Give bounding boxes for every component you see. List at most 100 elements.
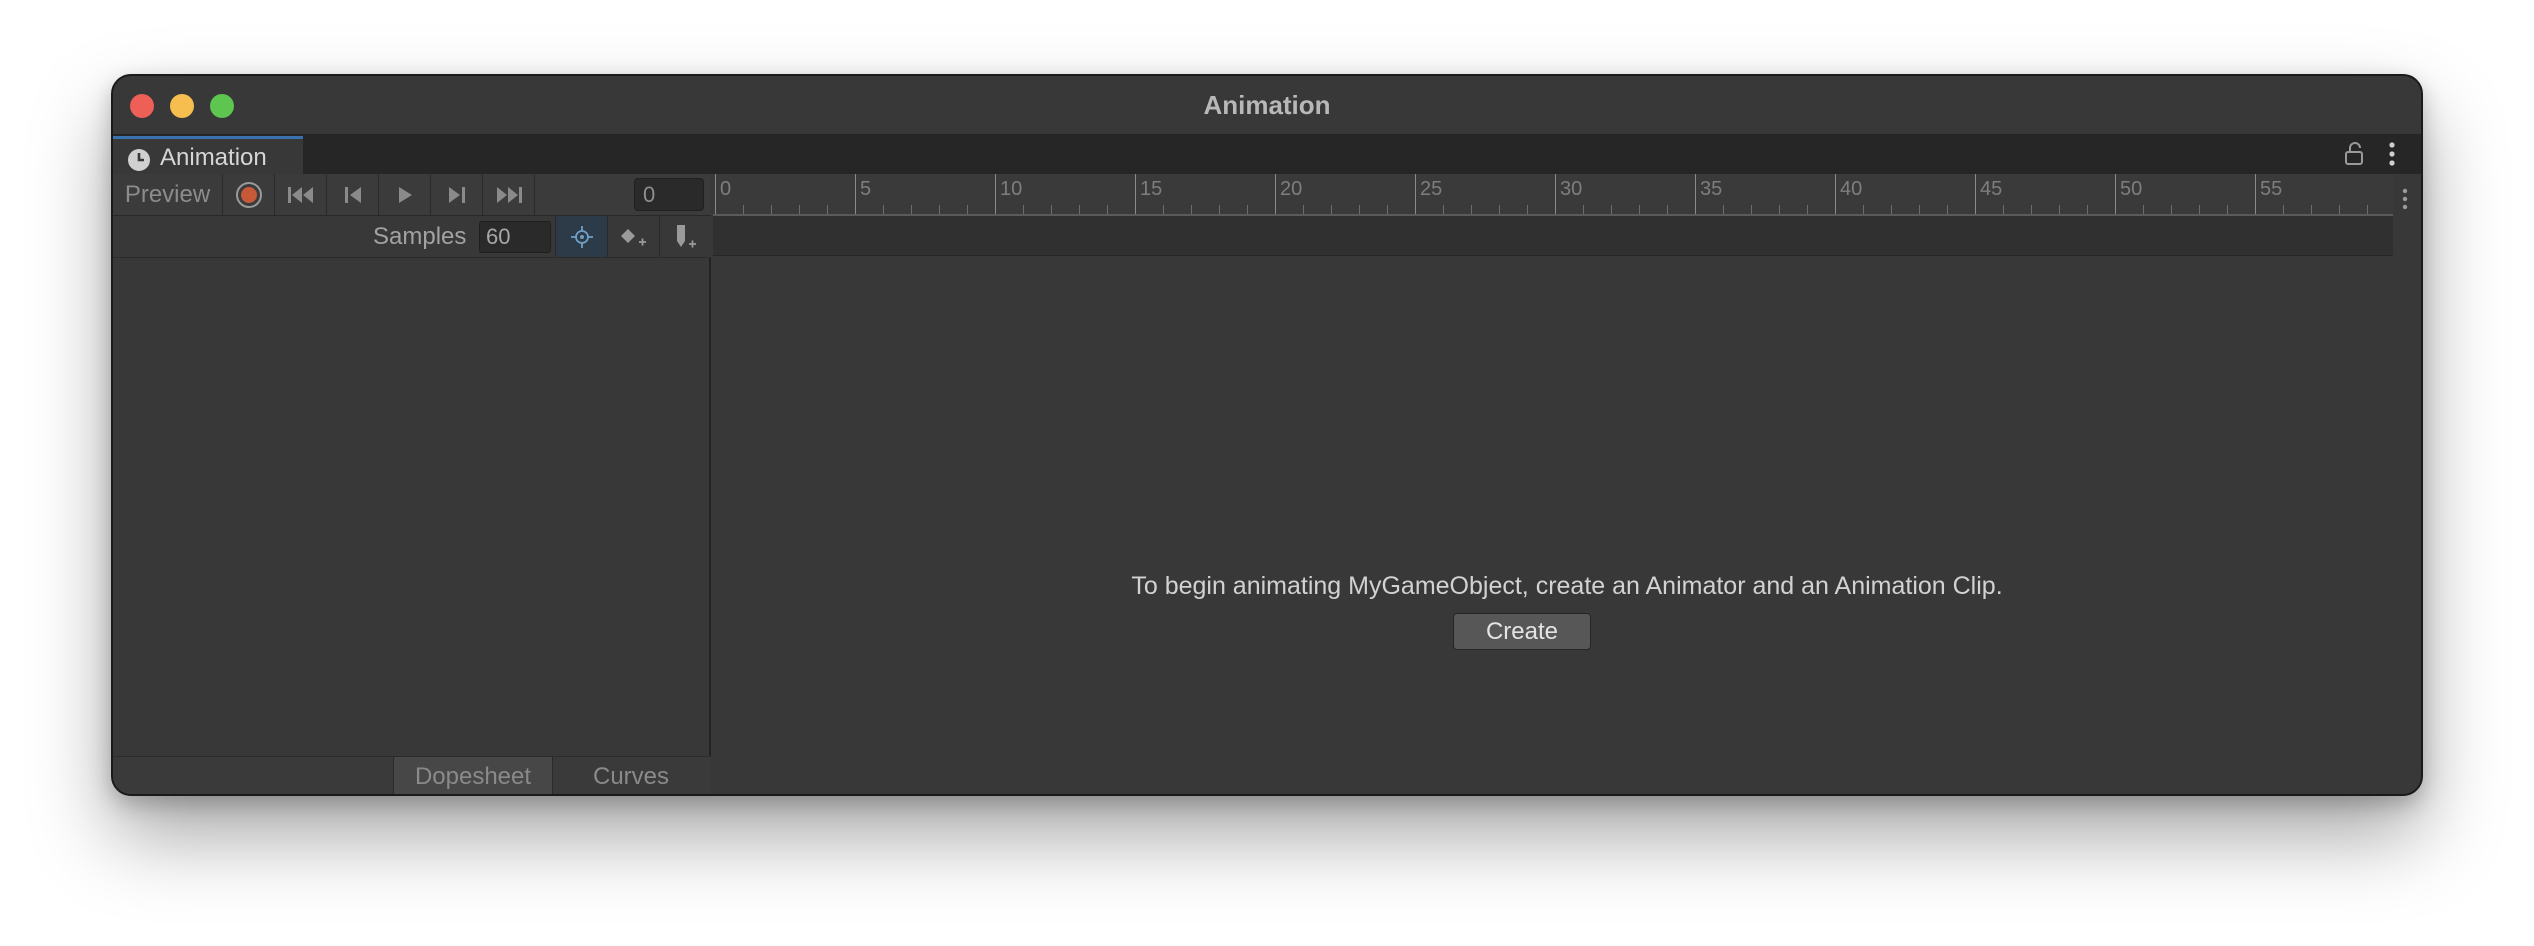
ruler-minor-tick [967, 205, 968, 214]
filter-selected-button[interactable] [555, 216, 607, 257]
ruler-minor-tick [1639, 205, 1640, 214]
ruler-minor-tick [2367, 205, 2368, 214]
ruler-minor-tick [771, 205, 772, 214]
ruler-minor-tick [1891, 205, 1892, 214]
ruler-label: 5 [860, 178, 872, 200]
add-keyframe-button[interactable] [607, 216, 659, 257]
first-keyframe-button[interactable] [275, 174, 327, 215]
ruler-minor-tick [1247, 205, 1248, 214]
add-event-icon [676, 224, 696, 247]
ruler-minor-tick [2311, 205, 2312, 214]
ruler-major-tick [1835, 174, 1836, 214]
ruler-label: 25 [1420, 178, 1443, 200]
ruler-major-tick [1135, 174, 1136, 214]
ruler-major-tick [1415, 174, 1416, 214]
ruler-minor-tick [2031, 205, 2032, 214]
ruler-label: 20 [1280, 178, 1303, 200]
ruler-minor-tick [1023, 205, 1024, 214]
ruler-minor-tick [2283, 205, 2284, 214]
preview-button[interactable]: Preview [113, 174, 223, 215]
ruler-major-tick [855, 174, 856, 214]
ruler-major-tick [995, 174, 996, 214]
samples-field[interactable]: 60 [479, 221, 551, 253]
ruler-label: 35 [1700, 178, 1723, 200]
animation-window: Animation Animation Preview 0 Samples 60… [111, 74, 2423, 796]
add-keyframe-icon [620, 228, 646, 245]
skip-to-start-icon [287, 186, 313, 203]
ruler-minor-tick [1863, 205, 1864, 214]
ruler-major-tick [715, 174, 716, 214]
current-frame-field[interactable]: 0 [634, 178, 704, 211]
ruler-minor-tick [1947, 205, 1948, 214]
ruler-minor-tick [1107, 205, 1108, 214]
last-keyframe-button[interactable] [483, 174, 535, 215]
ruler-label: 45 [1980, 178, 2003, 200]
ruler-minor-tick [743, 205, 744, 214]
ruler-minor-tick [2199, 205, 2200, 214]
ruler-minor-tick [1303, 205, 1304, 214]
lock-icon[interactable] [2343, 142, 2365, 166]
ruler-label: 15 [1140, 178, 1163, 200]
window-title: Animation [1203, 90, 1331, 120]
ruler-minor-tick [2003, 205, 2004, 214]
play-icon [398, 186, 412, 203]
play-button[interactable] [379, 174, 431, 215]
ruler-minor-tick [1611, 205, 1612, 214]
page: Animation Animation Preview 0 Samples 60… [0, 0, 2534, 946]
ruler-minor-tick [1471, 205, 1472, 214]
create-button[interactable]: Create [1453, 613, 1591, 650]
ruler-minor-tick [1191, 205, 1192, 214]
ruler-minor-tick [1443, 205, 1444, 214]
ruler-minor-tick [883, 205, 884, 214]
view-mode-tabs: Dopesheet Curves [113, 756, 711, 794]
ruler-major-tick [1975, 174, 1976, 214]
playback-toolbar: Preview 0 [113, 174, 711, 216]
ruler-minor-tick [911, 205, 912, 214]
ruler-minor-tick [2143, 205, 2144, 214]
ruler-options-icon[interactable] [2401, 186, 2409, 212]
event-lane[interactable] [713, 216, 2393, 256]
add-event-button[interactable] [659, 216, 711, 257]
ruler-minor-tick [1079, 205, 1080, 214]
ruler-minor-tick [1807, 205, 1808, 214]
empty-state-message: To begin animating MyGameObject, create … [1131, 572, 2003, 600]
ruler-label: 50 [2120, 178, 2143, 200]
tab-strip: Animation [113, 134, 2421, 174]
ruler-minor-tick [1499, 205, 1500, 214]
ruler-label: 55 [2260, 178, 2283, 200]
ruler-major-tick [2115, 174, 2116, 214]
previous-keyframe-button[interactable] [327, 174, 379, 215]
record-button[interactable] [223, 174, 275, 215]
samples-label: Samples [373, 223, 467, 250]
step-back-icon [344, 186, 361, 203]
ruler-minor-tick [1779, 205, 1780, 214]
ruler-minor-tick [1723, 205, 1724, 214]
ruler-minor-tick [939, 205, 940, 214]
ruler-minor-tick [799, 205, 800, 214]
ruler-minor-tick [1219, 205, 1220, 214]
tab-dopesheet[interactable]: Dopesheet [393, 757, 553, 794]
properties-panel [113, 258, 711, 794]
timeline-ruler[interactable]: 0 5 10 15 20 25 30 35 40 45 50 55 [713, 174, 2393, 216]
ruler-minor-tick [827, 205, 828, 214]
more-options-icon[interactable] [2387, 140, 2397, 168]
title-bar: Animation [113, 76, 2421, 134]
next-keyframe-button[interactable] [431, 174, 483, 215]
clock-icon [128, 149, 150, 171]
tab-animation[interactable]: Animation [113, 136, 303, 174]
ruler-minor-tick [1751, 205, 1752, 214]
tab-label: Animation [160, 144, 267, 171]
ruler-minor-tick [1583, 205, 1584, 214]
ruler-minor-tick [2227, 205, 2228, 214]
timeline-content: To begin animating MyGameObject, create … [713, 258, 2421, 794]
ruler-label: 30 [1560, 178, 1583, 200]
ruler-minor-tick [1387, 205, 1388, 214]
ruler-minor-tick [2339, 205, 2340, 214]
tab-curves[interactable]: Curves [553, 757, 709, 794]
ruler-label: 40 [1840, 178, 1863, 200]
ruler-major-tick [1275, 174, 1276, 214]
ruler-major-tick [2255, 174, 2256, 214]
skip-to-end-icon [496, 186, 522, 203]
step-forward-icon [448, 186, 465, 203]
ruler-minor-tick [1667, 205, 1668, 214]
